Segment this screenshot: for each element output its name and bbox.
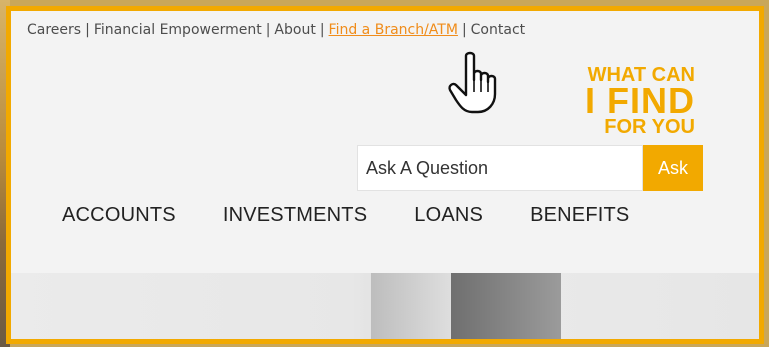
nav-item-benefits[interactable]: BENEFITS [530, 204, 629, 227]
ask-button[interactable]: Ask [643, 145, 703, 191]
hand-pointer-icon [448, 51, 497, 114]
utility-links-bar: Careers | Financial Empowerment | About | Find… [27, 22, 525, 38]
hero-image [11, 273, 759, 339]
main-nav: ACCOUNTS INVESTMENTS LOANS BENEFITS [62, 204, 629, 227]
link-separator: | [319, 22, 325, 38]
tagline-line-3: FOR YOU [604, 116, 695, 138]
site-header-frame: Careers | Financial Empowerment | About | Find… [6, 6, 764, 344]
link-separator: | [265, 22, 271, 38]
link-separator: | [461, 22, 467, 38]
ask-question-search: Ask [357, 145, 703, 191]
what-can-i-find-tagline: WHAT CAN I FIND FOR YOU [545, 65, 695, 137]
hero-pillar-light [371, 273, 451, 339]
about-link[interactable]: About [274, 22, 315, 38]
hero-pillar-dark [451, 273, 561, 339]
nav-item-accounts[interactable]: ACCOUNTS [62, 204, 176, 227]
ask-question-input[interactable] [357, 145, 643, 191]
financial-empowerment-link[interactable]: Financial Empowerment [94, 22, 262, 38]
link-separator: | [85, 22, 90, 38]
careers-link[interactable]: Careers [27, 22, 81, 38]
contact-link[interactable]: Contact [471, 22, 525, 38]
nav-item-loans[interactable]: LOANS [414, 204, 483, 227]
find-branch-atm-link[interactable]: Find a Branch/ATM [329, 22, 458, 38]
nav-item-investments[interactable]: INVESTMENTS [223, 204, 367, 227]
tagline-line-2: I FIND [585, 80, 695, 121]
